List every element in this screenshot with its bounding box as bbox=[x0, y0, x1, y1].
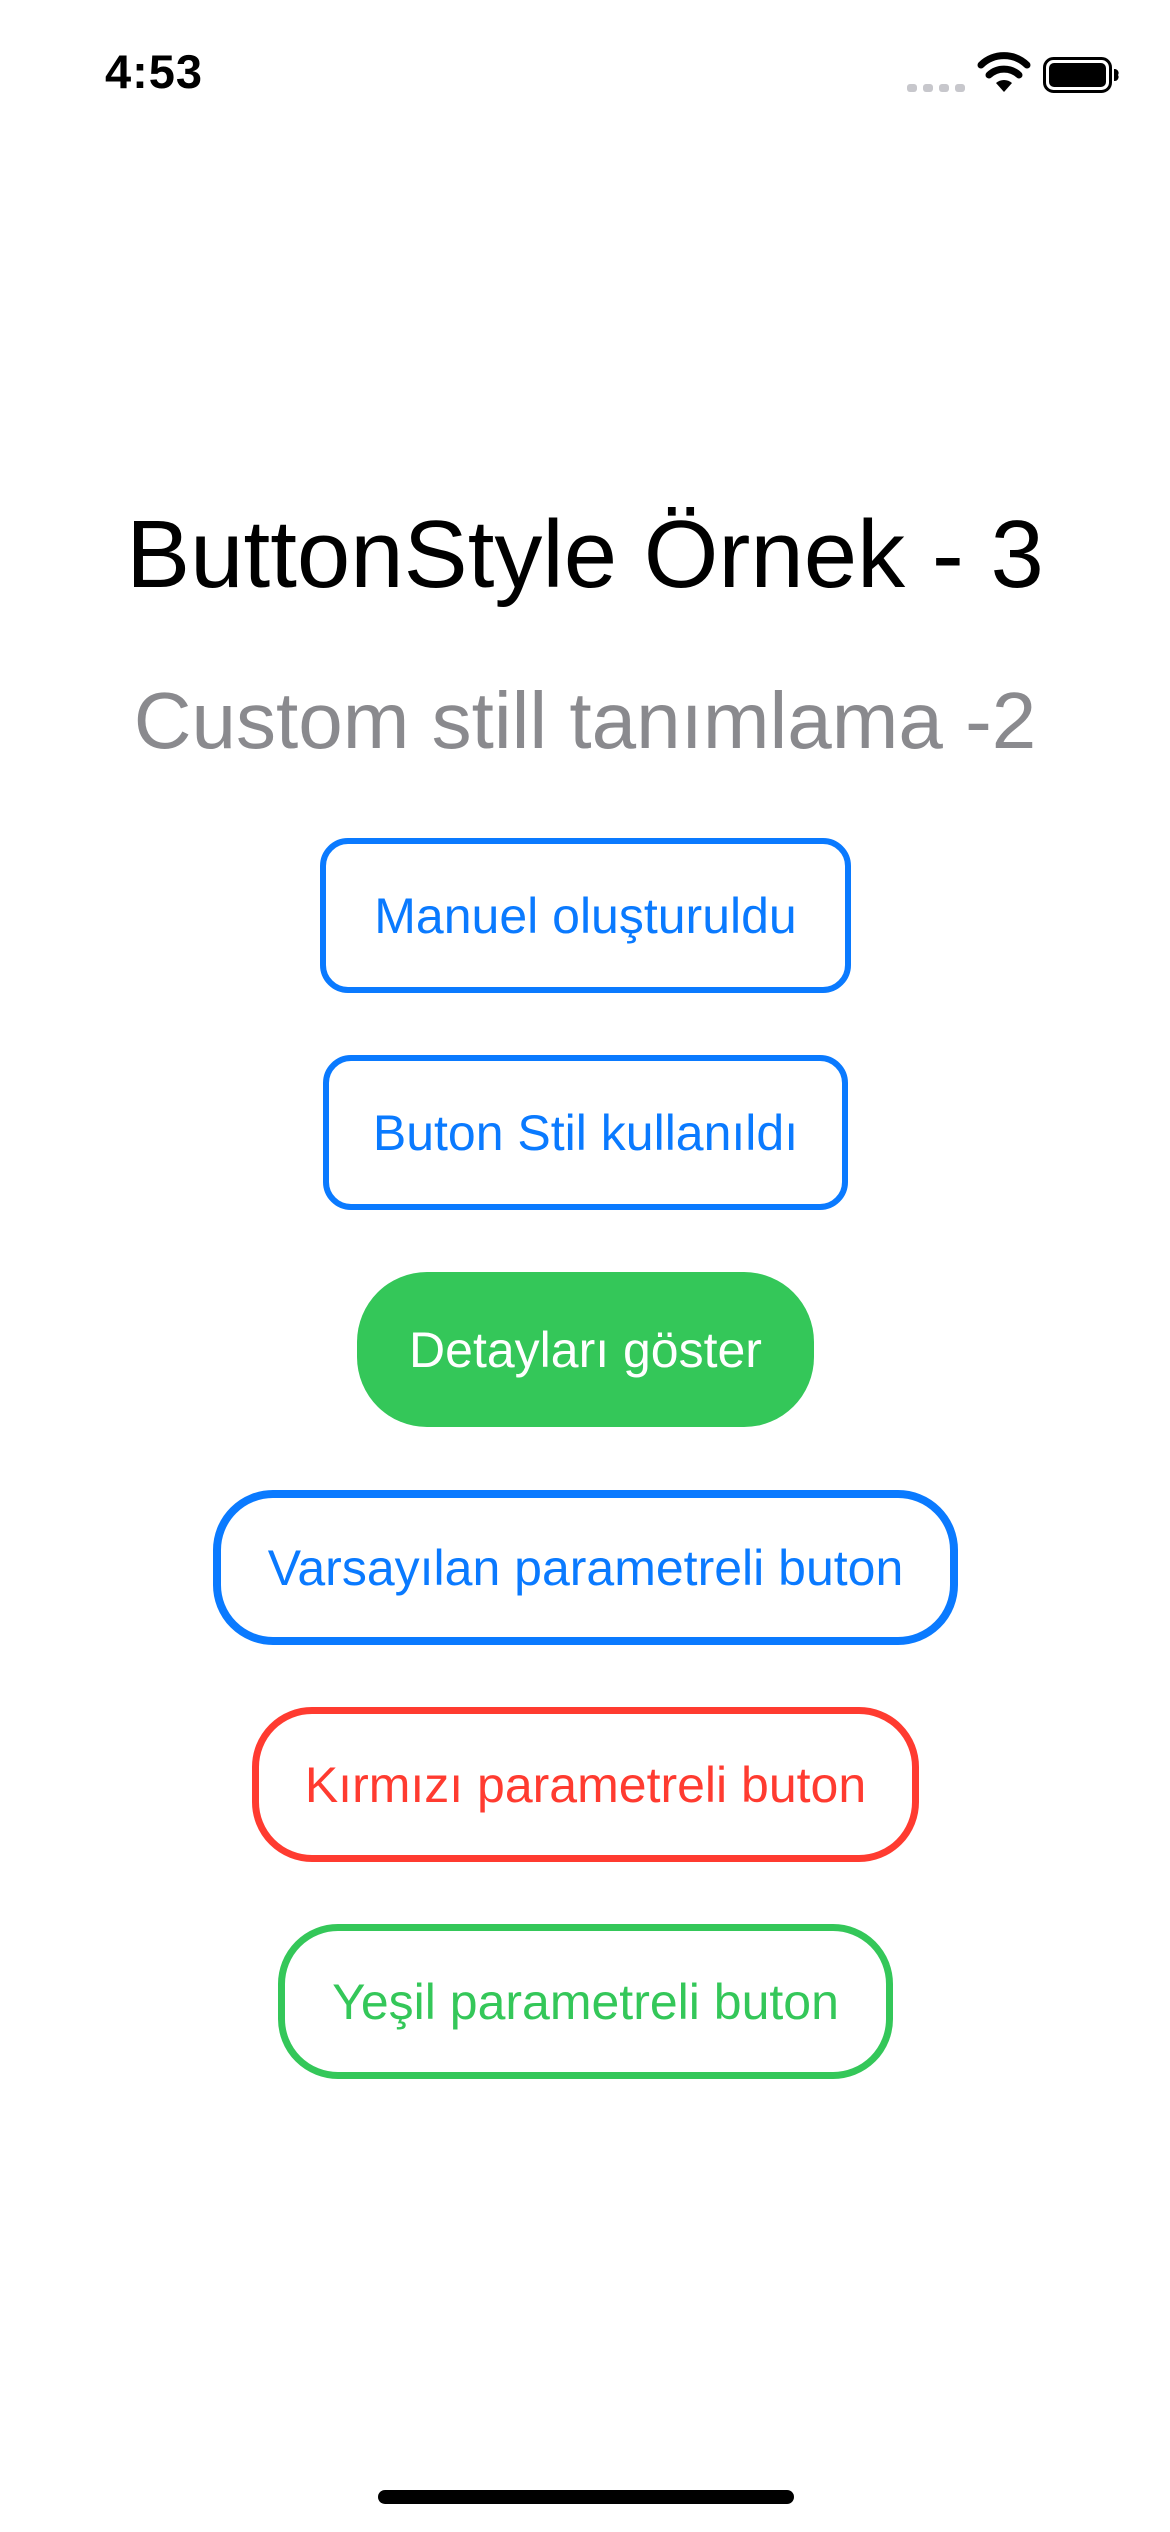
page-subtitle: Custom still tanımlama -2 bbox=[133, 676, 1037, 765]
home-indicator[interactable] bbox=[378, 2490, 794, 2504]
page-title: ButtonStyle Örnek - 3 bbox=[126, 501, 1044, 608]
status-bar: 4:53 bbox=[0, 0, 1170, 150]
show-details-button[interactable]: Detayları göster bbox=[357, 1272, 814, 1427]
wifi-icon bbox=[977, 52, 1031, 92]
status-time: 4:53 bbox=[105, 45, 204, 98]
manual-created-button[interactable]: Manuel oluşturuldu bbox=[320, 838, 851, 993]
battery-full-icon bbox=[1043, 57, 1119, 93]
cellular-signal-icon bbox=[907, 84, 965, 92]
default-parameter-button[interactable]: Varsayılan parametreli buton bbox=[213, 1490, 958, 1645]
green-parameter-button[interactable]: Yeşil parametreli buton bbox=[278, 1924, 893, 2079]
button-style-used-button[interactable]: Buton Stil kullanıldı bbox=[323, 1055, 848, 1210]
red-parameter-button[interactable]: Kırmızı parametreli buton bbox=[252, 1707, 919, 1862]
